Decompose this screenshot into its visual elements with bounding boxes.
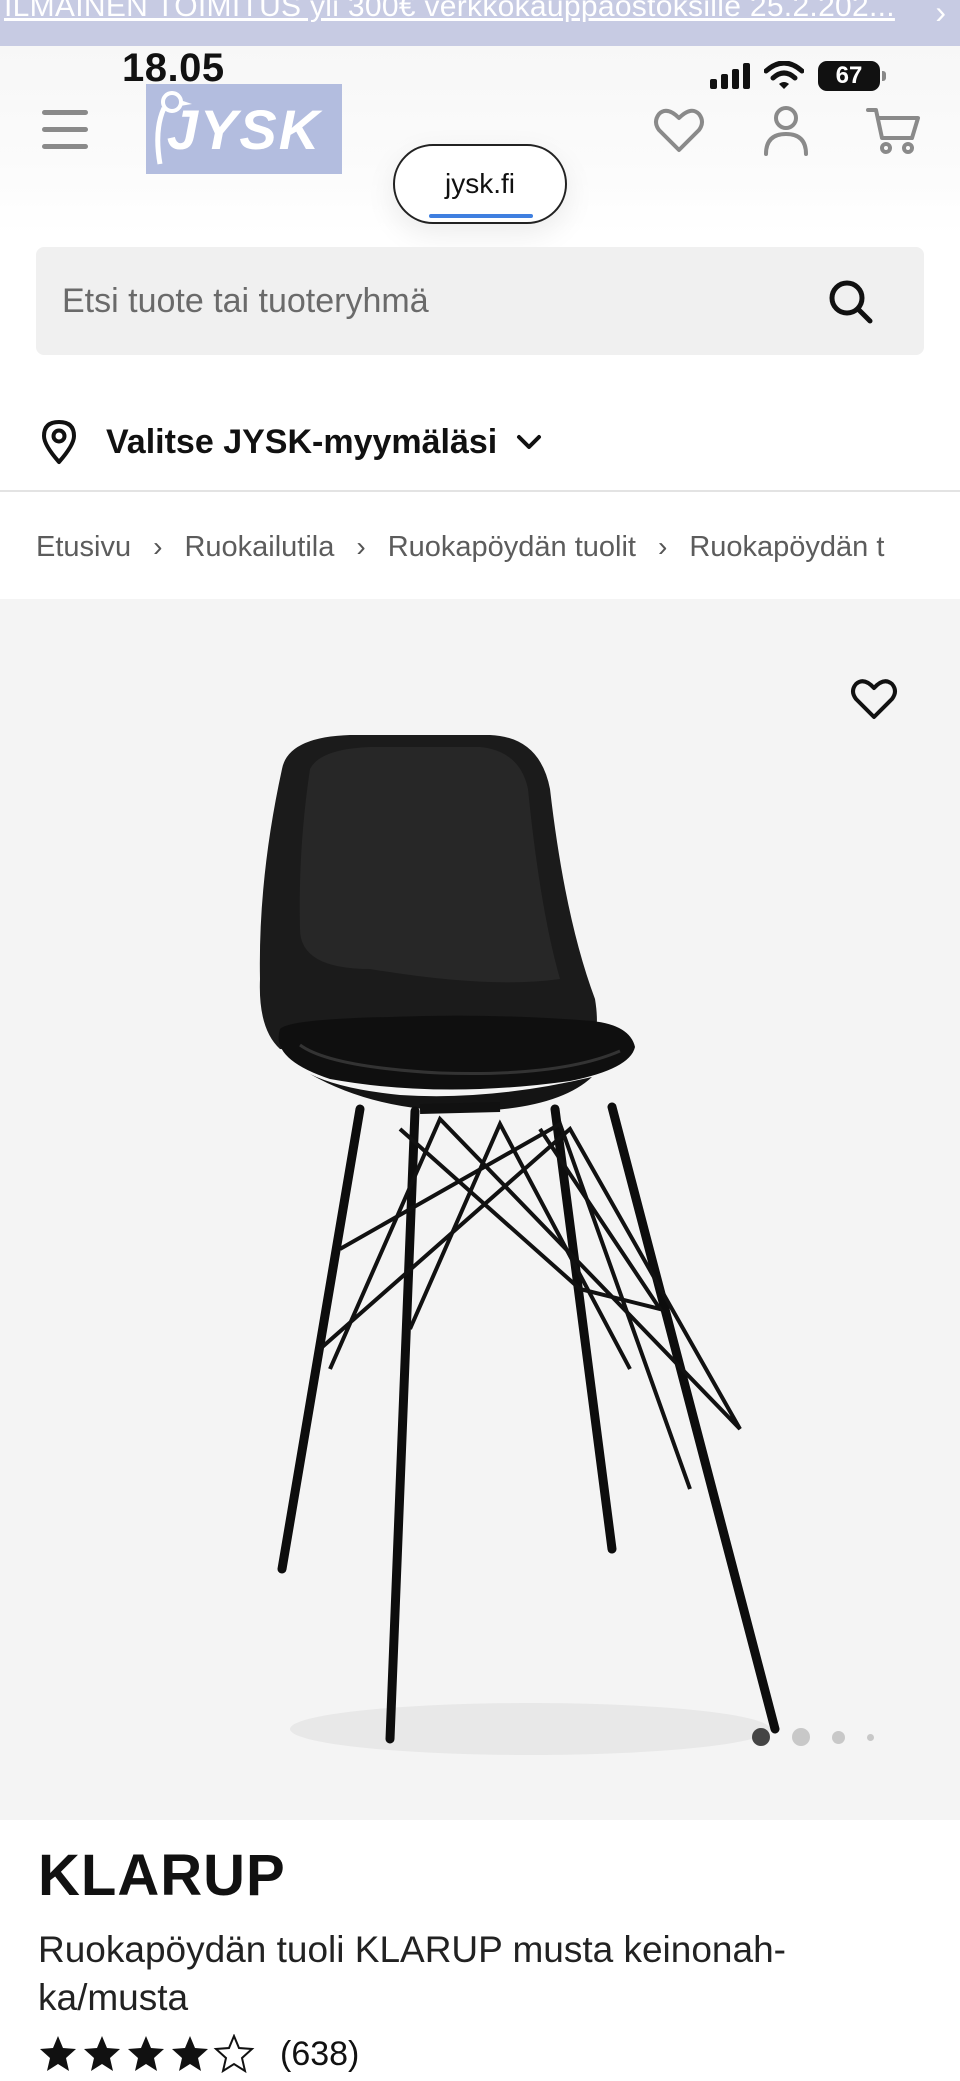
status-icons: 67 — [710, 56, 886, 96]
user-icon[interactable] — [758, 102, 814, 158]
product-info: KLARUP Ruokapöydän tuoli KLARUP musta ke… — [0, 1820, 960, 2081]
promo-banner[interactable]: ILMAINEN TOIMITUS yli 300€ verkkokauppao… — [0, 0, 960, 46]
divider — [0, 490, 960, 492]
star-rating-icon — [40, 2035, 253, 2072]
wishlist-heart-icon[interactable] — [846, 671, 902, 727]
store-selector[interactable]: Valitse JYSK-myymäläsi — [40, 412, 543, 472]
breadcrumb-separator: › — [356, 531, 366, 562]
product-image-chair — [259, 735, 780, 1755]
heart-icon[interactable] — [651, 102, 707, 158]
chevron-down-icon[interactable] — [515, 432, 543, 452]
battery-level: 67 — [835, 62, 863, 89]
product-rating[interactable]: (638) — [38, 2034, 359, 2074]
breadcrumb-item-current[interactable]: Ruokapöydän t — [689, 531, 884, 564]
breadcrumb-item-etusivu[interactable]: Etusivu — [36, 531, 131, 564]
menu-button[interactable] — [42, 110, 88, 150]
gallery-pagination[interactable] — [752, 1728, 874, 1746]
gallery-dot-active[interactable] — [752, 1728, 770, 1746]
search-box — [36, 247, 924, 355]
product-description: Ruokapöydän tuoli KLARUP musta keinonah-… — [38, 1929, 786, 2018]
battery-icon: 67 — [818, 61, 886, 91]
review-count[interactable]: (638) — [280, 2035, 359, 2074]
site-header: 18.05 67 JYSK jysk.fi — [0, 46, 960, 236]
product-gallery[interactable] — [0, 599, 960, 1820]
gallery-dot[interactable] — [832, 1730, 845, 1744]
breadcrumb-separator: › — [153, 531, 163, 562]
chevron-right-icon[interactable]: › — [935, 0, 946, 31]
location-pin-icon — [42, 420, 76, 464]
store-label[interactable]: Valitse JYSK-myymäläsi — [106, 423, 497, 462]
breadcrumb-item-ruokapoydan-tuolit[interactable]: Ruokapöydän tuolit — [388, 531, 636, 564]
url-text: jysk.fi — [445, 168, 515, 199]
search-input[interactable] — [62, 247, 822, 355]
breadcrumb: Etusivu › Ruokailutila › Ruokapöydän tuo… — [36, 522, 926, 572]
signal-icon — [710, 63, 750, 89]
loading-progress-bar — [429, 214, 533, 218]
cart-icon[interactable] — [866, 102, 922, 158]
breadcrumb-separator: › — [657, 531, 668, 562]
breadcrumb-item-ruokailutila[interactable]: Ruokailutila — [184, 531, 334, 564]
promo-text[interactable]: ILMAINEN TOIMITUS yli 300€ verkkokauppao… — [4, 0, 895, 24]
goose-icon — [155, 91, 192, 165]
jysk-logo[interactable]: JYSK — [146, 84, 342, 174]
menu-icon[interactable] — [42, 110, 88, 115]
gallery-dot[interactable] — [792, 1728, 810, 1746]
wifi-icon — [764, 61, 804, 89]
gallery-dot[interactable] — [867, 1733, 874, 1741]
search-icon[interactable] — [826, 277, 874, 325]
product-name: KLARUP — [38, 1843, 286, 1908]
url-pill[interactable]: jysk.fi — [393, 144, 567, 224]
